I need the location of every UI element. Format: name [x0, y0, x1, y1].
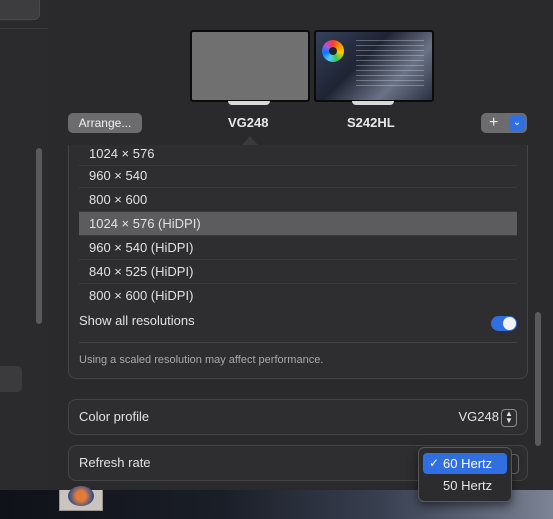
refresh-option-label: 60 Hertz [443, 456, 493, 471]
resolution-item[interactable]: 800 × 600 [79, 188, 517, 212]
show-all-resolutions-label: Show all resolutions [79, 313, 195, 328]
desktop-wallpaper-text [356, 40, 424, 90]
sidebar-divider [0, 28, 48, 29]
color-profile-label: Color profile [79, 409, 150, 424]
color-profile-value[interactable]: VG248 [459, 400, 499, 434]
up-down-chevron-icon[interactable]: ▲ ▼ [501, 409, 517, 427]
add-display-button[interactable]: + ⌄ [481, 113, 527, 133]
app-badge-icon [68, 486, 94, 506]
color-wheel-icon [322, 40, 344, 62]
display-label-vg248[interactable]: VG248 [228, 115, 268, 130]
color-profile-row[interactable]: Color profile VG248 ▲ ▼ [68, 399, 528, 435]
toggle-knob [503, 317, 516, 330]
main-scrollbar[interactable] [535, 312, 541, 446]
display-stand [352, 101, 394, 105]
resolution-item[interactable]: 800 × 600 (HiDPI) [79, 284, 517, 308]
resolution-item[interactable]: 1024 × 576 [79, 142, 517, 166]
plus-icon: + [489, 114, 499, 131]
display-screen [314, 30, 434, 102]
display-stand [228, 101, 270, 105]
sidebar-top-button[interactable] [0, 0, 40, 20]
resolution-list: 1024 × 576 960 × 540 800 × 600 1024 × 57… [68, 145, 528, 379]
resolution-item[interactable]: 960 × 540 (HiDPI) [79, 236, 517, 260]
scaled-resolution-note: Using a scaled resolution may affect per… [79, 354, 324, 366]
resolution-item-selected[interactable]: 1024 × 576 (HiDPI) [79, 212, 517, 236]
sidebar-scrollbar[interactable] [36, 148, 42, 324]
refresh-rate-dropdown: ✓ 60 Hertz 50 Hertz [418, 447, 512, 502]
refresh-option-60[interactable]: ✓ 60 Hertz [423, 453, 507, 474]
checkmark-icon: ✓ [429, 456, 440, 470]
panel-divider [79, 342, 517, 343]
refresh-option-50[interactable]: 50 Hertz [423, 475, 507, 496]
settings-sidebar [0, 0, 49, 490]
refresh-rate-label: Refresh rate [79, 455, 151, 470]
show-all-resolutions-toggle[interactable] [491, 316, 517, 331]
arrange-button[interactable]: Arrange... [68, 113, 142, 133]
app-icon[interactable] [59, 486, 103, 511]
display-label-s242hl[interactable]: S242HL [347, 115, 395, 130]
display-screen [190, 30, 310, 102]
chevron-down-icon[interactable]: ⌄ [509, 115, 525, 131]
sidebar-field[interactable] [0, 366, 22, 392]
resolution-item[interactable]: 960 × 540 [79, 164, 517, 188]
resolution-item[interactable]: 840 × 525 (HiDPI) [79, 260, 517, 284]
refresh-option-label: 50 Hertz [443, 478, 493, 493]
